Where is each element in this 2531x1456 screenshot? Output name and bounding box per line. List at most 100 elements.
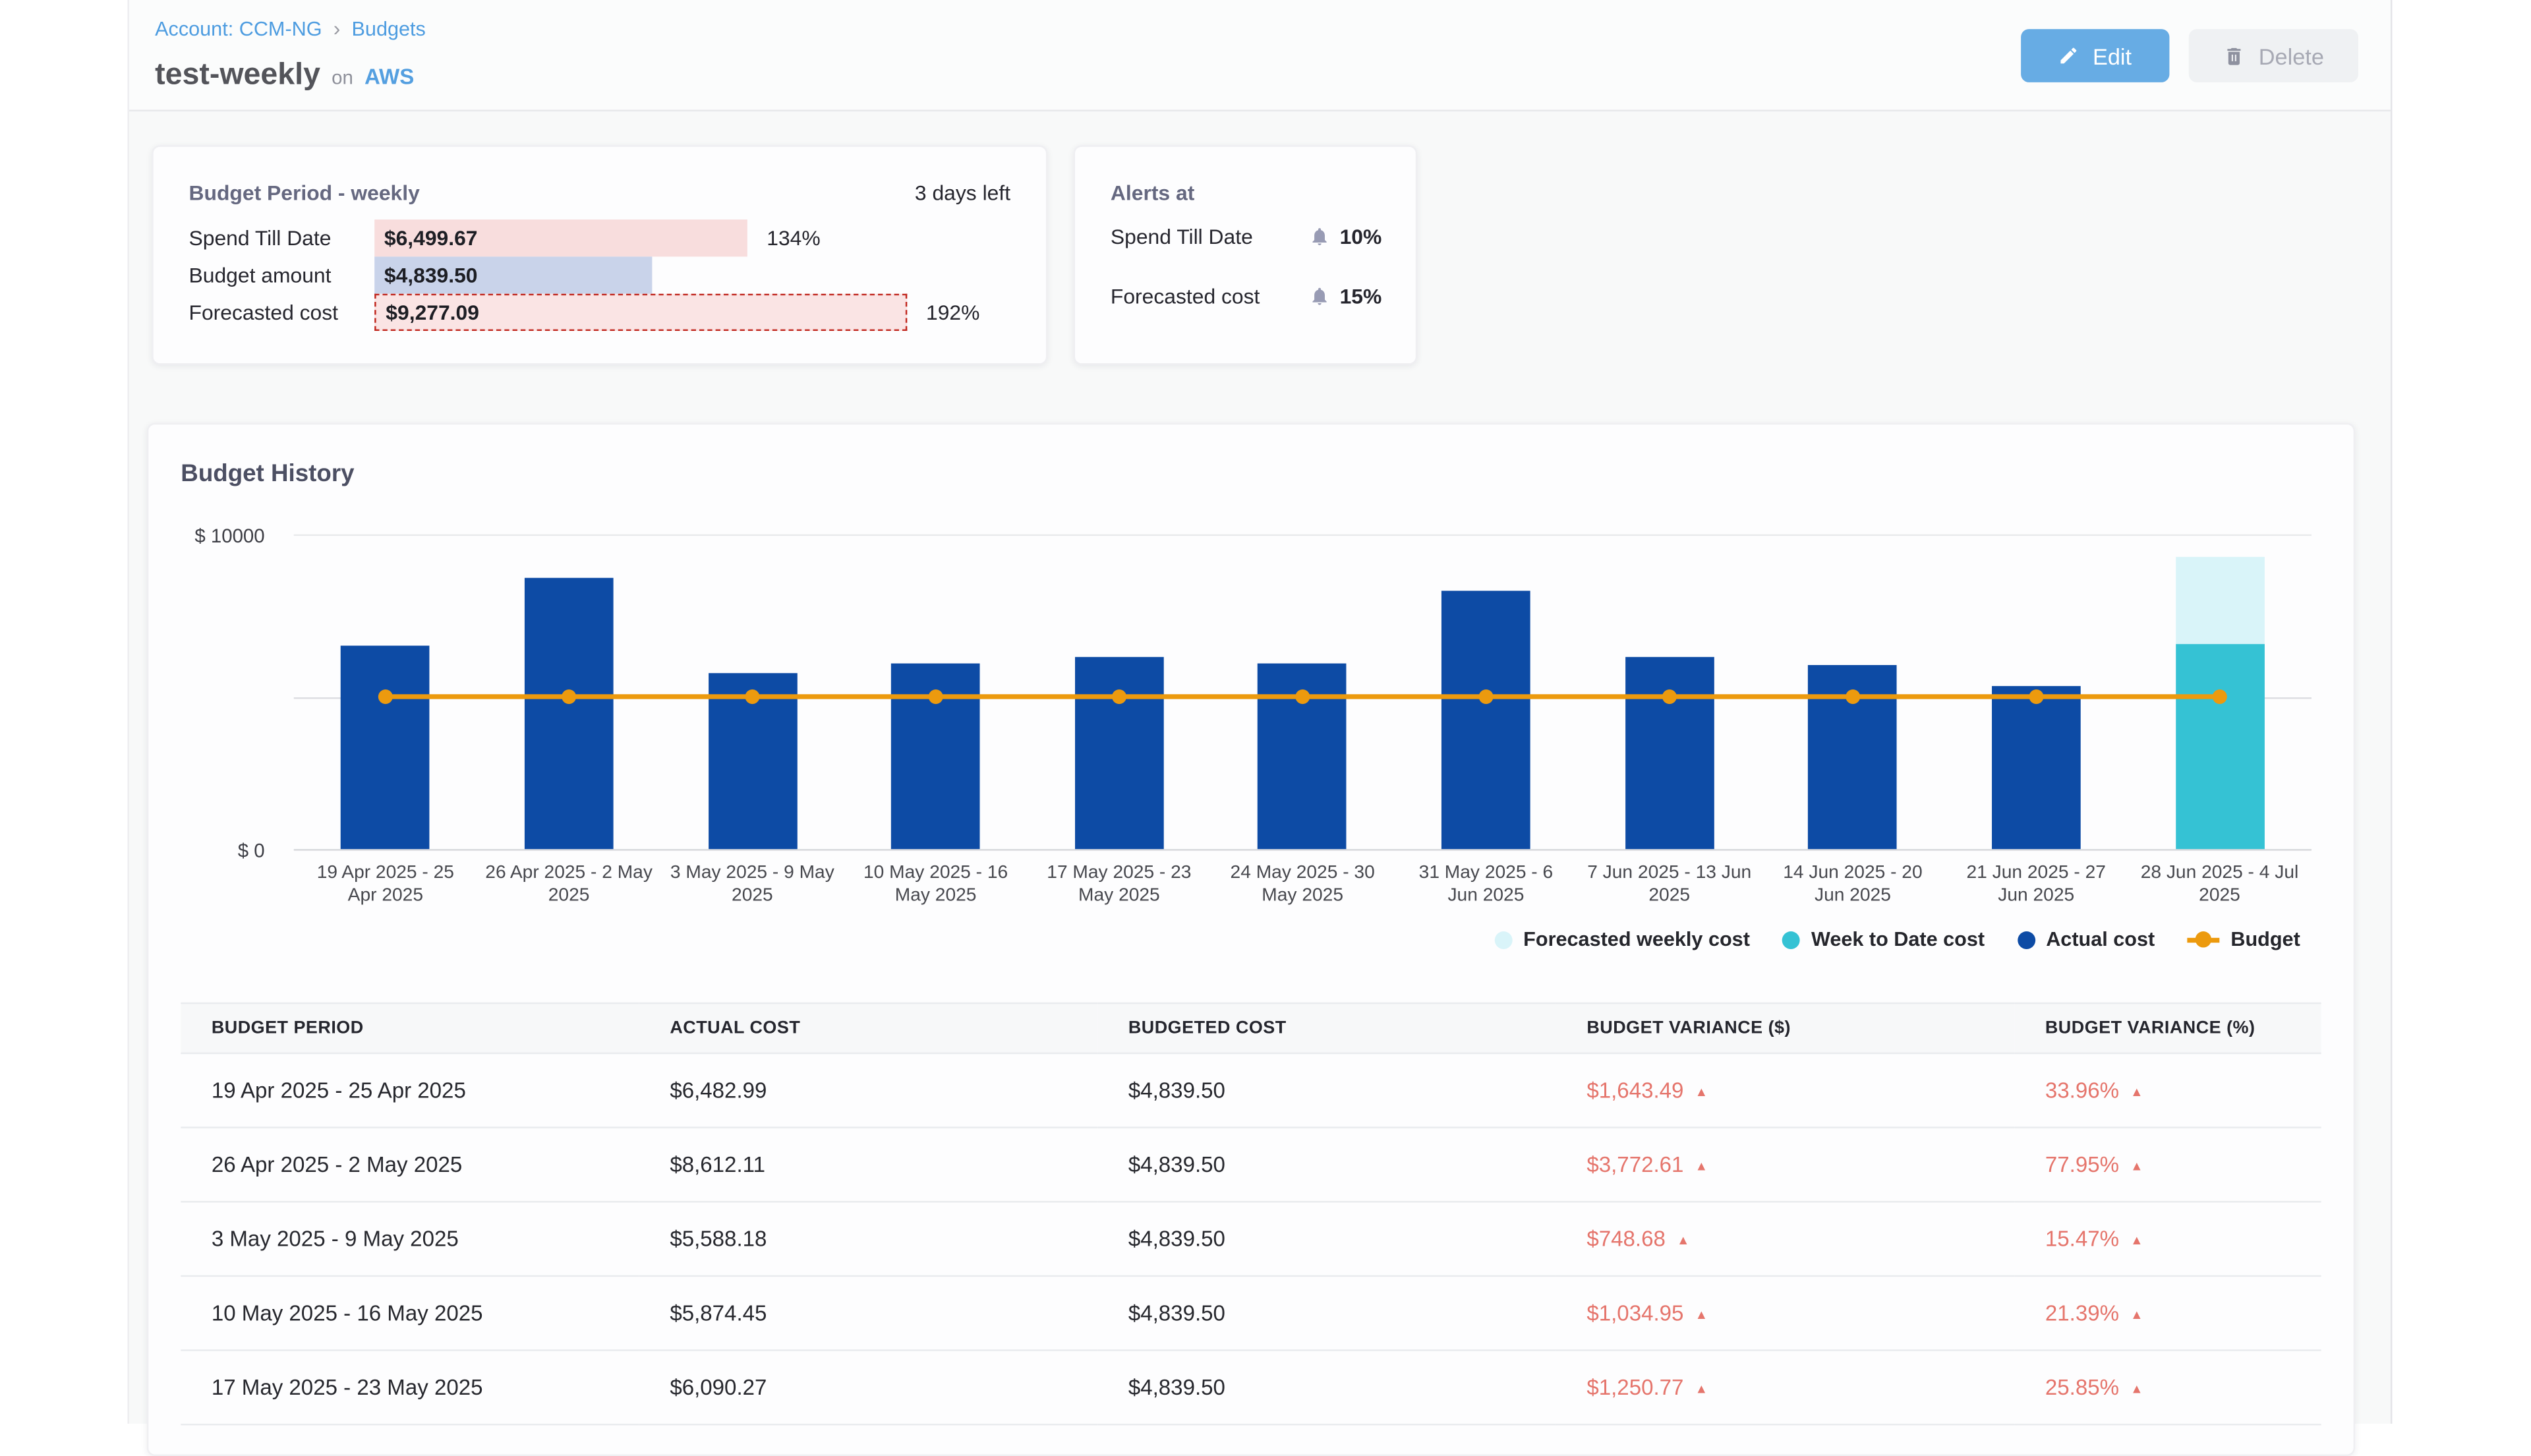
week-to-date-cost-bar[interactable] [2175, 645, 2264, 849]
column-header-variance-pct: BUDGET VARIANCE (%) [2014, 1003, 2321, 1053]
actual-cost-bar[interactable] [1625, 657, 1714, 849]
actual-cost-bar[interactable] [1809, 665, 1898, 849]
forecasted-cost-percent: 192% [926, 301, 979, 325]
chart-bars [294, 535, 2312, 850]
cell-budget-variance-usd: $3,772.61 ▲ [1556, 1128, 2015, 1202]
legend-label: Week to Date cost [1811, 928, 1985, 950]
legend-item-forecasted-weekly-cost[interactable]: Forecasted weekly cost [1494, 928, 1750, 950]
chart-category-slot [1394, 535, 1577, 850]
alert-forecast-threshold: 15% [1340, 284, 1382, 308]
breadcrumb-account-link[interactable]: Account: CCM-NG [155, 17, 322, 40]
forecasted-cost-bar: $9,277.09 [374, 294, 906, 331]
variance-up-icon: ▲ [2130, 1085, 2143, 1099]
alert-forecast-label: Forecasted cost [1111, 284, 1260, 308]
variance-up-icon: ▲ [2130, 1159, 2143, 1173]
alert-spend-threshold: 10% [1340, 224, 1382, 248]
cell-budget-period: 19 Apr 2025 - 25 Apr 2025 [181, 1053, 639, 1128]
alerts-card-title: Alerts at [1111, 181, 1194, 205]
legend-dot-marker [2017, 931, 2035, 948]
table-header: BUDGET PERIOD ACTUAL COST BUDGETED COST … [181, 1003, 2321, 1053]
budget-detail-screen: Account: CCM-NG › Budgets test-weekly on… [0, 0, 2531, 1424]
budget-history-card: Budget History $ 10000 $ 0 19 Apr 2025 -… [147, 423, 2355, 1456]
x-axis-label: 28 Jun 2025 - 4 Jul 2025 [2128, 862, 2311, 908]
chart-category-slot [1028, 535, 1211, 850]
actual-cost-bar[interactable] [708, 673, 797, 849]
forecasted-cost-value: $9,277.09 [376, 301, 479, 325]
legend-item-budget[interactable]: Budget [2187, 928, 2300, 950]
cell-budgeted-cost: $4,839.50 [1097, 1276, 1556, 1351]
title-conjunction: on [332, 66, 353, 88]
pencil-icon [2059, 45, 2080, 67]
budget-amount-row: Budget amount $4,839.50 [189, 256, 1030, 293]
chart-category-slot [477, 535, 660, 850]
variance-up-icon: ▲ [1695, 1159, 1708, 1173]
trash-icon [2223, 44, 2246, 67]
breadcrumb-chevron-icon: › [334, 16, 341, 40]
actual-cost-bar[interactable] [1075, 657, 1164, 849]
cell-budget-variance-pct: 15.47%▲ [2014, 1202, 2321, 1276]
breadcrumb-budgets-link[interactable]: Budgets [351, 17, 425, 40]
cell-budget-variance-pct-value: 33.96% [2045, 1078, 2119, 1103]
cell-budget-variance-usd-value: $1,034.95 [1586, 1301, 1683, 1325]
legend-line-marker [2187, 937, 2219, 942]
spend-till-date-bar: $6,499.67 [374, 219, 747, 256]
cell-budget-variance-pct: 77.95%▲ [2014, 1128, 2321, 1202]
cell-budget-variance-pct: 25.85%▲ [2014, 1351, 2321, 1425]
budget-amount-bar: $4,839.50 [374, 256, 652, 293]
cell-actual-cost: $6,482.99 [639, 1053, 1098, 1128]
chart-title: Budget History [181, 460, 354, 488]
forecasted-weekly-cost-bar[interactable] [2175, 557, 2264, 645]
x-axis-label: 19 Apr 2025 - 25 Apr 2025 [294, 862, 477, 908]
x-axis-label: 3 May 2025 - 9 May 2025 [660, 862, 844, 908]
table-row: 10 May 2025 - 16 May 2025$5,874.45$4,839… [181, 1276, 2321, 1351]
legend-label: Budget [2230, 928, 2300, 950]
actual-cost-bar[interactable] [525, 578, 614, 849]
legend-label: Forecasted weekly cost [1523, 928, 1750, 950]
actual-cost-bar[interactable] [891, 664, 980, 850]
variance-up-icon: ▲ [2130, 1308, 2143, 1322]
legend-dot-marker [1494, 931, 1512, 948]
cell-actual-cost: $5,588.18 [639, 1202, 1098, 1276]
cell-budget-period: 3 May 2025 - 9 May 2025 [181, 1202, 639, 1276]
cell-budget-period: 10 May 2025 - 16 May 2025 [181, 1276, 639, 1351]
cell-actual-cost: $6,090.27 [639, 1351, 1098, 1425]
legend-item-actual-cost[interactable]: Actual cost [2017, 928, 2155, 950]
column-header-budget-period: BUDGET PERIOD [181, 1003, 639, 1053]
variance-up-icon: ▲ [2130, 1233, 2143, 1248]
legend-item-week-to-date-cost[interactable]: Week to Date cost [1782, 928, 1985, 950]
cell-budget-period: 17 May 2025 - 23 May 2025 [181, 1351, 639, 1425]
days-left-label: 3 days left [915, 181, 1010, 205]
actual-cost-bar[interactable] [1258, 663, 1347, 849]
column-header-budgeted-cost: BUDGETED COST [1097, 1003, 1556, 1053]
variance-up-icon: ▲ [1695, 1085, 1708, 1099]
chart-category-slot [660, 535, 844, 850]
y-axis-tick-zero: $ 0 [148, 839, 264, 861]
variance-up-icon: ▲ [1695, 1308, 1708, 1322]
breadcrumb: Account: CCM-NG › Budgets [155, 16, 426, 40]
chart-category-slot [294, 535, 477, 850]
chart-category-slot [1578, 535, 1761, 850]
x-axis-label: 10 May 2025 - 16 May 2025 [844, 862, 1028, 908]
chart-legend: Forecasted weekly cost Week to Date cost A… [1494, 928, 2300, 950]
page-title: test-weekly [155, 58, 320, 94]
actual-cost-bar[interactable] [341, 645, 430, 850]
chart-category-slot [1944, 535, 2128, 850]
chart-category-slot [1211, 535, 1394, 850]
cell-budget-variance-usd-value: $3,772.61 [1586, 1153, 1683, 1177]
chart-category-slot [844, 535, 1028, 850]
table-row: 3 May 2025 - 9 May 2025$5,588.18$4,839.5… [181, 1202, 2321, 1276]
alert-row-spend: Spend Till Date 10% [1111, 224, 1382, 248]
spend-till-date-percent: 134% [767, 226, 820, 250]
x-axis-label: 26 Apr 2025 - 2 May 2025 [477, 862, 660, 908]
alerts-card: Alerts at Spend Till Date 10% Forecasted… [1074, 145, 1418, 364]
title-row: test-weekly on AWS [155, 58, 414, 94]
cell-budget-variance-usd: $1,034.95 ▲ [1556, 1276, 2015, 1351]
forecasted-cost-label: Forecasted cost [189, 301, 375, 325]
cell-budget-variance-usd: $1,643.49▲ [1556, 1053, 2015, 1128]
cell-budgeted-cost: $4,839.50 [1097, 1053, 1556, 1128]
edit-button[interactable]: Edit [2021, 29, 2169, 82]
bell-icon [1309, 226, 1330, 247]
actual-cost-bar[interactable] [1992, 686, 2081, 849]
delete-button[interactable]: Delete [2189, 29, 2358, 82]
actual-cost-bar[interactable] [1441, 591, 1530, 850]
